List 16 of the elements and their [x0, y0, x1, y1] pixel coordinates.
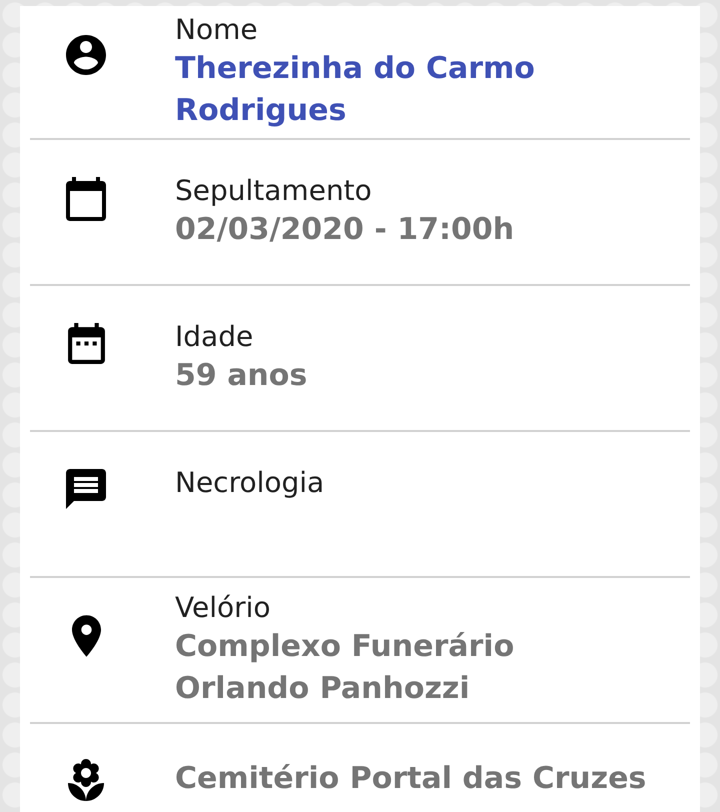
calendar-icon — [68, 323, 104, 364]
field-value: Cemitério Portal das Cruzes — [175, 760, 646, 798]
location-pin-icon — [72, 615, 100, 657]
field-value: 59 anos — [175, 357, 308, 395]
calendar-icon — [66, 177, 106, 221]
field-label: Necrologia — [175, 465, 324, 501]
field-value: 02/03/2020 - 17:00h — [175, 211, 514, 249]
message-icon — [66, 469, 106, 509]
field-label: Velório — [175, 590, 271, 626]
field-label: Idade — [175, 319, 254, 355]
field-value: Complexo Funerário Orlando Panhozzi — [175, 628, 516, 708]
field-label: Sepultamento — [175, 173, 372, 209]
user-icon — [66, 35, 106, 75]
field-label: Nome — [175, 12, 258, 48]
flower-icon — [68, 759, 104, 801]
person-name: Therezinha do Carmo Rodrigues — [175, 50, 536, 130]
